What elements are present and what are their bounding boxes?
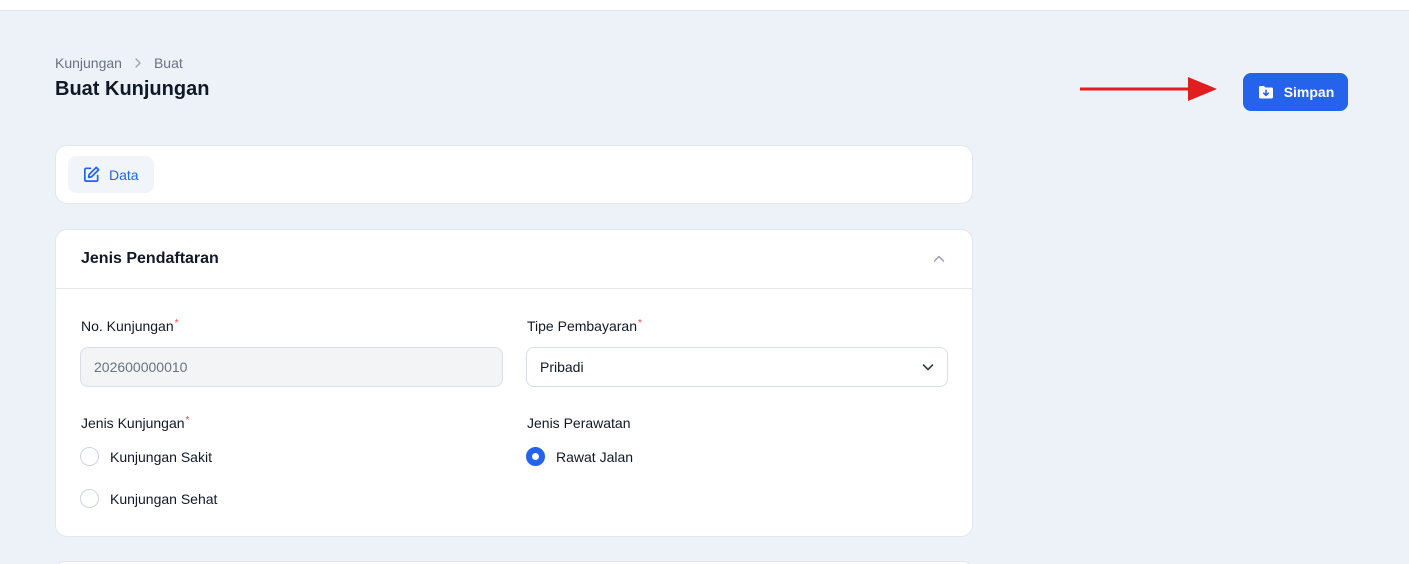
radio-circle[interactable] — [80, 489, 99, 508]
chevron-up-icon[interactable] — [932, 252, 946, 266]
folder-download-icon — [1257, 83, 1275, 101]
tipe-pembayaran-value: Pribadi — [540, 359, 584, 375]
jenis-perawatan-label: Jenis Perawatan — [527, 415, 631, 431]
radio-circle-checked[interactable] — [526, 447, 545, 466]
edit-icon — [82, 165, 101, 184]
no-kunjungan-label-text: No. Kunjungan — [81, 318, 174, 334]
save-button[interactable]: Simpan — [1243, 73, 1348, 111]
radio-kunjungan-sakit-label: Kunjungan Sakit — [110, 448, 212, 465]
required-mark: * — [185, 415, 190, 426]
radio-rawat-jalan-label: Rawat Jalan — [556, 448, 634, 465]
tabs-card: Data — [55, 145, 973, 204]
radio-kunjungan-sakit[interactable]: Kunjungan Sakit — [80, 447, 212, 466]
tipe-pembayaran-label: Tipe Pembayaran* — [527, 318, 642, 334]
jenis-pendaftaran-section: Jenis Pendaftaran No. Kunjungan* 2026000… — [55, 229, 973, 537]
tipe-pembayaran-label-text: Tipe Pembayaran — [527, 318, 637, 334]
radio-rawat-jalan[interactable]: Rawat Jalan — [526, 447, 633, 466]
chevron-down-icon — [921, 360, 935, 374]
breadcrumb-kunjungan-link[interactable]: Kunjungan — [55, 55, 122, 71]
radio-kunjungan-sehat[interactable]: Kunjungan Sehat — [80, 489, 217, 508]
tipe-pembayaran-select[interactable]: Pribadi — [526, 347, 948, 387]
required-mark: * — [174, 318, 179, 329]
red-arrow-annotation — [1080, 77, 1217, 101]
save-button-label: Simpan — [1283, 84, 1335, 100]
radio-circle[interactable] — [80, 447, 99, 466]
tab-data[interactable]: Data — [68, 156, 154, 193]
jenis-kunjungan-label-text: Jenis Kunjungan — [81, 415, 185, 431]
radio-kunjungan-sehat-label: Kunjungan Sehat — [110, 490, 218, 507]
breadcrumb: Kunjungan Buat — [55, 55, 183, 71]
jenis-kunjungan-label: Jenis Kunjungan* — [81, 415, 189, 431]
no-kunjungan-field: 202600000010 — [80, 347, 503, 387]
page-title: Buat Kunjungan — [55, 78, 210, 100]
required-mark: * — [637, 318, 642, 329]
section-header[interactable]: Jenis Pendaftaran — [56, 230, 972, 289]
chevron-right-icon — [132, 57, 144, 69]
section-title: Jenis Pendaftaran — [81, 250, 219, 267]
top-bar — [0, 0, 1409, 11]
jenis-perawatan-label-text: Jenis Perawatan — [527, 415, 631, 431]
breadcrumb-current: Buat — [153, 55, 183, 71]
tab-data-label: Data — [109, 166, 139, 183]
no-kunjungan-label: No. Kunjungan* — [81, 318, 179, 334]
